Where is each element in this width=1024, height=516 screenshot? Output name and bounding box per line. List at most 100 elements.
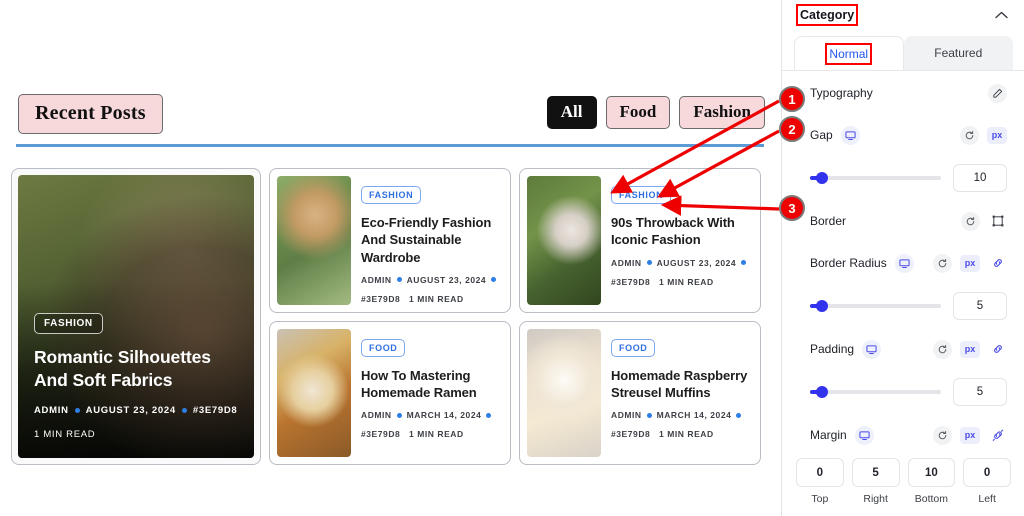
post-read-time: 1 MIN READ <box>659 429 714 440</box>
typography-controls[interactable] <box>988 83 1007 103</box>
post-card-raspberry-muffins[interactable]: FOOD Homemade Raspberry Streusel Muffins… <box>519 320 761 465</box>
post-read-time: 1 MIN READ <box>409 429 464 440</box>
separator-dot-icon <box>396 412 402 418</box>
control-typography[interactable]: Typography <box>782 72 1024 114</box>
monitor-icon[interactable] <box>894 253 914 273</box>
panel-tabs[interactable]: Normal Featured <box>794 36 1013 70</box>
padding-slider-row[interactable]: 5 <box>782 370 1024 414</box>
post-color-code: #3E79D8 <box>361 429 401 440</box>
padding-value-input[interactable]: 5 <box>953 378 1007 406</box>
filter-button-all[interactable]: All <box>546 96 597 129</box>
margin-bottom-input[interactable]: 10 <box>907 458 956 487</box>
control-padding[interactable]: Padding px <box>782 328 1024 370</box>
padding-slider[interactable] <box>810 386 941 398</box>
post-read-line: #3E79D8 1 MIN READ <box>361 429 503 439</box>
margin-top-input[interactable]: 0 <box>796 458 844 487</box>
unit-px-button[interactable]: px <box>987 126 1007 144</box>
posts-grid: FASHION Romantic Silhouettes And Soft Fa… <box>11 168 761 465</box>
border-radius-value-input[interactable]: 5 <box>953 292 1007 320</box>
panel-header[interactable]: Category <box>782 0 1024 30</box>
screenshot-root: Recent Posts All Food Fashion FASHION Ro… <box>0 0 1024 516</box>
post-date: MARCH 14, 2024 <box>656 410 732 421</box>
padding-label: Padding <box>810 342 855 356</box>
post-card-90s-throwback[interactable]: FASHION 90s Throwback With Iconic Fashio… <box>519 168 761 313</box>
margin-field-left[interactable]: 0 Left <box>963 458 1011 505</box>
featured-post-card[interactable]: FASHION Romantic Silhouettes And Soft Fa… <box>11 168 261 465</box>
monitor-icon[interactable] <box>854 425 874 445</box>
unit-px-button[interactable]: px <box>960 340 980 358</box>
post-color-code: #3E79D8 <box>361 293 401 304</box>
tab-normal[interactable]: Normal <box>794 36 904 70</box>
border-radius-slider[interactable] <box>810 300 941 312</box>
post-thumbnail <box>277 328 351 457</box>
border-radius-slider-row[interactable]: 5 <box>782 284 1024 328</box>
border-radius-controls[interactable]: px <box>933 253 1007 273</box>
unlink-icon[interactable] <box>988 426 1007 445</box>
settings-panel: Category Normal Featured Typography Gap … <box>781 0 1024 516</box>
featured-read-time: 1 MIN READ <box>34 429 96 440</box>
reset-icon[interactable] <box>933 425 952 445</box>
control-gap[interactable]: Gap px <box>782 114 1024 156</box>
margin-field-bottom[interactable]: 10 Bottom <box>907 458 956 505</box>
post-category-badge[interactable]: FOOD <box>361 338 406 357</box>
control-border[interactable]: Border <box>782 200 1024 242</box>
unit-px-button[interactable]: px <box>960 426 980 444</box>
filter-button-fashion[interactable]: Fashion <box>679 96 765 129</box>
featured-post-image: FASHION Romantic Silhouettes And Soft Fa… <box>18 175 254 458</box>
reset-icon[interactable] <box>960 125 979 145</box>
post-meta: ADMIN AUGUST 23, 2024 <box>611 258 753 268</box>
gap-label-group: Gap <box>810 125 860 145</box>
margin-label: Margin <box>810 428 847 442</box>
gap-slider[interactable] <box>810 172 941 184</box>
margin-controls[interactable]: px <box>933 425 1007 445</box>
post-grid-preview: Recent Posts All Food Fashion FASHION Ro… <box>0 0 781 516</box>
margin-field-right[interactable]: 5 Right <box>851 458 900 505</box>
link-icon[interactable] <box>988 254 1007 273</box>
separator-dot-icon <box>486 412 492 418</box>
monitor-icon[interactable] <box>840 125 860 145</box>
margin-fields[interactable]: 0 Top 5 Right 10 Bottom 0 Left <box>782 458 1024 505</box>
filter-button-food[interactable]: Food <box>605 96 671 129</box>
pencil-icon[interactable] <box>988 83 1007 103</box>
reset-icon[interactable] <box>933 253 952 273</box>
control-margin[interactable]: Margin px <box>782 414 1024 456</box>
post-category-badge[interactable]: FASHION <box>361 186 422 204</box>
section-title-pill: Recent Posts <box>18 94 163 134</box>
margin-field-top[interactable]: 0 Top <box>796 458 844 505</box>
separator-dot-icon <box>741 260 747 266</box>
control-border-radius[interactable]: Border Radius px <box>782 242 1024 284</box>
padding-slider-knob[interactable] <box>816 386 828 398</box>
post-list: FASHION Eco-Friendly Fashion And Sustain… <box>269 168 761 465</box>
margin-left-input[interactable]: 0 <box>963 458 1011 487</box>
gap-controls[interactable]: px <box>960 125 1007 145</box>
border-controls[interactable] <box>961 211 1007 231</box>
tab-featured[interactable]: Featured <box>903 36 1013 70</box>
post-card-homemade-ramen[interactable]: FOOD How To Mastering Homemade Ramen ADM… <box>269 320 511 465</box>
link-icon[interactable] <box>988 340 1007 359</box>
gap-slider-row[interactable]: 10 <box>782 156 1024 200</box>
unit-px-button[interactable]: px <box>960 254 980 272</box>
featured-category-badge[interactable]: FASHION <box>34 312 103 334</box>
border-square-icon[interactable] <box>988 212 1007 231</box>
gap-value-input[interactable]: 10 <box>953 164 1007 192</box>
post-read-time: 1 MIN READ <box>409 293 464 304</box>
gap-slider-knob[interactable] <box>816 172 828 184</box>
margin-top-label: Top <box>811 493 829 505</box>
preview-header: Recent Posts All Food Fashion <box>18 94 767 134</box>
tabs-underline <box>782 70 1024 71</box>
border-radius-slider-knob[interactable] <box>816 300 828 312</box>
post-read-time: 1 MIN READ <box>659 276 714 287</box>
tab-normal-label: Normal <box>825 42 873 65</box>
monitor-icon[interactable] <box>862 339 882 359</box>
chevron-up-icon[interactable] <box>995 9 1008 21</box>
reset-icon[interactable] <box>961 211 980 231</box>
post-category-badge[interactable]: FOOD <box>611 338 656 357</box>
panel-title: Category <box>795 4 859 26</box>
reset-icon[interactable] <box>933 339 952 359</box>
post-category-badge[interactable]: FASHION <box>611 186 672 204</box>
post-card-eco-friendly-fashion[interactable]: FASHION Eco-Friendly Fashion And Sustain… <box>269 168 511 313</box>
separator-dot-icon <box>646 260 652 266</box>
category-filter-bar[interactable]: All Food Fashion <box>546 96 765 129</box>
margin-right-input[interactable]: 5 <box>851 458 900 487</box>
padding-controls[interactable]: px <box>933 339 1007 359</box>
